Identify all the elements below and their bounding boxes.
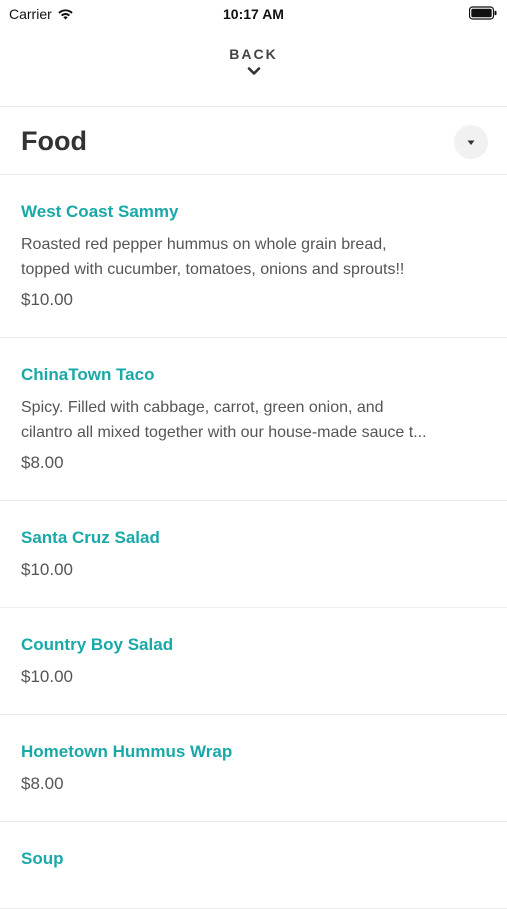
menu-item-description-line: topped with cucumber, tomatoes, onions a…: [21, 261, 405, 278]
menu-item-description-line: cilantro all mixed together with our hou…: [21, 424, 427, 441]
menu-item-description-line: Roasted red pepper hummus on whole grain…: [21, 236, 387, 253]
battery-icon: [469, 6, 497, 20]
menu-item-price: $10.00: [21, 290, 73, 309]
menu-item-description-line: Spicy. Filled with cabbage, carrot, gree…: [21, 399, 384, 416]
menu-item-description: Roasted red pepper hummus on whole grain…: [21, 232, 486, 282]
status-time: 10:17 AM: [223, 6, 284, 22]
menu-item[interactable]: Hometown Hummus Wrap $8.00: [0, 715, 507, 822]
caret-down-icon: [467, 140, 475, 145]
menu-item[interactable]: ChinaTown Taco Spicy. Filled with cabbag…: [0, 338, 507, 501]
menu-item[interactable]: West Coast Sammy Roasted red pepper humm…: [0, 175, 507, 338]
menu-item[interactable]: Santa Cruz Salad $10.00: [0, 501, 507, 608]
menu-list: West Coast Sammy Roasted red pepper humm…: [0, 175, 507, 909]
section-dropdown-button[interactable]: [454, 125, 488, 159]
section-title: Food: [21, 126, 87, 156]
menu-item[interactable]: Soup: [0, 822, 507, 909]
menu-item-description: Spicy. Filled with cabbage, carrot, gree…: [21, 395, 486, 445]
menu-item-name: ChinaTown Taco: [21, 365, 155, 384]
back-label: BACK: [229, 46, 278, 62]
menu-item-price: $8.00: [21, 453, 64, 472]
menu-item-name: Soup: [21, 849, 64, 868]
menu-item-name: Country Boy Salad: [21, 635, 174, 654]
section-header: Food: [0, 108, 507, 174]
menu-item[interactable]: Country Boy Salad $10.00: [0, 608, 507, 715]
chevron-down-icon: [247, 67, 260, 75]
back-button[interactable]: BACK: [0, 46, 507, 76]
menu-item-name: West Coast Sammy: [21, 202, 179, 221]
menu-item-name: Hometown Hummus Wrap: [21, 742, 233, 761]
status-bar: Carrier 10:17 AM: [0, 0, 507, 28]
menu-item-price: $10.00: [21, 667, 73, 686]
header-divider: [0, 106, 507, 107]
menu-item-name: Santa Cruz Salad: [21, 528, 160, 547]
menu-item-price: $8.00: [21, 774, 64, 793]
menu-item-price: $10.00: [21, 560, 73, 579]
